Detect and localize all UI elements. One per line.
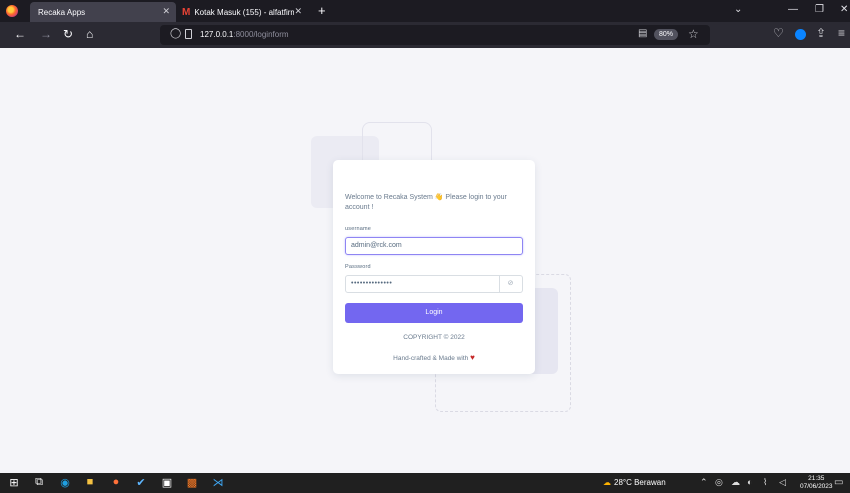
- chevron-up-icon[interactable]: ⌃: [700, 477, 708, 488]
- heart-icon: ♥: [470, 353, 475, 362]
- volume-icon[interactable]: ◁: [779, 477, 786, 488]
- page-content: Welcome to Recaka System 👋 Please login …: [0, 48, 850, 473]
- close-icon[interactable]: ✕: [162, 6, 170, 17]
- firefox-icon: [6, 5, 18, 17]
- onedrive-icon[interactable]: ☁: [731, 477, 740, 488]
- taskbar: ⊞ ⧉ ◉ ■ ● ✔ ▣ ▩ ⋊ ☁ 28°C Berawan ⌃ ◎ ☁ ◐ …: [0, 473, 850, 493]
- close-window-button[interactable]: ✕: [840, 4, 848, 15]
- reader-view-icon[interactable]: ▤: [638, 28, 647, 39]
- tab-label: Kotak Masuk (155) - alfatfirman: [194, 7, 295, 17]
- wifi-icon[interactable]: ⌇: [763, 477, 767, 488]
- chevron-down-icon[interactable]: ⌄: [734, 4, 742, 15]
- login-card: Welcome to Recaka System 👋 Please login …: [333, 160, 535, 374]
- firefox-icon[interactable]: ●: [108, 476, 124, 488]
- password-label: Password: [345, 264, 371, 270]
- file-explorer-icon[interactable]: ■: [82, 476, 98, 488]
- start-icon[interactable]: ⊞: [6, 476, 22, 489]
- bookmark-star-icon[interactable]: ☆: [688, 27, 699, 41]
- clock[interactable]: 21:35 07/06/2023: [800, 475, 833, 491]
- tab-label: Recaka Apps: [38, 7, 86, 17]
- tab-gmail[interactable]: M Kotak Masuk (155) - alfatfirman ✕: [178, 2, 308, 22]
- tab-recaka-apps[interactable]: Recaka Apps ✕: [30, 2, 176, 22]
- edge-icon[interactable]: ◉: [57, 476, 73, 489]
- vscode-icon[interactable]: ⋊: [210, 476, 226, 489]
- pocket-icon[interactable]: ♡: [773, 26, 784, 40]
- home-button[interactable]: ⌂: [86, 27, 93, 41]
- weather-widget[interactable]: ☁ 28°C Berawan: [603, 478, 666, 487]
- menu-icon[interactable]: ≡: [838, 26, 845, 40]
- toggle-password-eye-icon[interactable]: ⊘: [499, 275, 523, 293]
- task-view-icon[interactable]: ⧉: [31, 476, 47, 489]
- url-bar[interactable]: ◯ 127.0.0.1:8000/loginform ▤ 80% ☆: [160, 25, 710, 45]
- welcome-text: Welcome to Recaka System 👋 Please login …: [345, 194, 507, 211]
- page-icon: [185, 29, 192, 39]
- password-input[interactable]: ••••••••••••••: [345, 275, 500, 293]
- extensions-icon[interactable]: ⇪: [816, 26, 826, 40]
- shield-icon[interactable]: ◯: [170, 28, 181, 39]
- new-tab-button[interactable]: +: [318, 3, 326, 18]
- tab-strip: Recaka Apps ✕ M Kotak Masuk (155) - alfa…: [0, 0, 850, 22]
- zoom-level-badge[interactable]: 80%: [654, 29, 679, 40]
- footer-text: Hand-crafted & Made with ♥: [393, 353, 475, 362]
- restore-button[interactable]: ❐: [815, 4, 824, 15]
- username-input[interactable]: admin@rck.com: [345, 237, 523, 255]
- xampp-icon[interactable]: ▩: [184, 476, 200, 489]
- gmail-icon: M: [182, 6, 191, 18]
- minimize-button[interactable]: —: [788, 4, 798, 15]
- tray-icon[interactable]: ◎: [715, 477, 723, 488]
- account-icon[interactable]: [795, 29, 806, 40]
- weather-icon: ☁: [603, 478, 611, 487]
- notification-icon[interactable]: ▭: [834, 477, 843, 488]
- reload-button[interactable]: ↻: [63, 27, 73, 41]
- login-button[interactable]: Login: [345, 303, 523, 323]
- copyright-text: COPYRIGHT © 2022: [403, 334, 465, 341]
- username-label: username: [345, 226, 372, 232]
- epic-games-icon[interactable]: ▣: [159, 476, 175, 489]
- navigation-bar: ← → ↻ ⌂ ◯ 127.0.0.1:8000/loginform ▤ 80%…: [0, 22, 850, 48]
- url-text[interactable]: 127.0.0.1:8000/loginform: [200, 30, 289, 39]
- close-icon[interactable]: ✕: [294, 6, 302, 17]
- app-icon[interactable]: ✔: [133, 476, 149, 489]
- back-button[interactable]: ←: [14, 27, 26, 41]
- forward-button[interactable]: →: [40, 27, 52, 41]
- tray-icon[interactable]: ◐: [747, 477, 752, 487]
